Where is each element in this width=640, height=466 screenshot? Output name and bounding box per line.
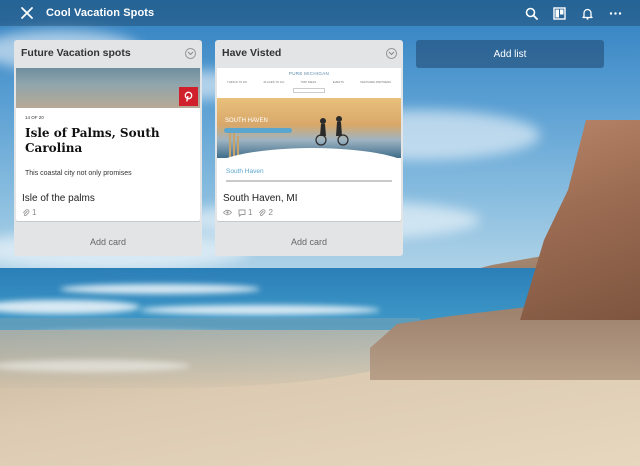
- list-title: Have Visted: [222, 47, 282, 59]
- cover-search-box: [293, 88, 325, 93]
- pinterest-icon: [179, 87, 198, 106]
- list-header: Have Visted: [215, 40, 403, 66]
- comments-badge: 1: [238, 208, 252, 217]
- board-title: Cool Vacation Spots: [46, 7, 155, 19]
- add-card-button[interactable]: Add card: [14, 228, 202, 256]
- paperclip-icon: [22, 208, 30, 216]
- card-title: Isle of the palms: [22, 193, 95, 204]
- list-have-visited: Have Visted PURE MICHIGAN THINGS TO DO P…: [215, 40, 403, 256]
- board-header: Cool Vacation Spots: [0, 0, 640, 26]
- cover-hero-title: SOUTH HAVEN: [225, 118, 268, 124]
- cover-logo: PURE MICHIGAN: [288, 71, 330, 76]
- card-badges: 1: [22, 208, 194, 217]
- cover-headline: Isle of Palms, South Carolina: [25, 126, 160, 155]
- attachment-count: 2: [268, 208, 273, 217]
- board-view-icon[interactable]: [552, 6, 566, 20]
- comment-count: 1: [248, 208, 253, 217]
- cover-kicker: 14 OF 20: [25, 115, 44, 120]
- list-future-vacation-spots: Future Vacation spots 14 OF 20 Isle of P…: [14, 40, 202, 256]
- attachment-badge: 1: [22, 208, 36, 217]
- search-icon[interactable]: [524, 6, 538, 20]
- close-icon[interactable]: [20, 6, 34, 20]
- add-list-button[interactable]: Add list: [416, 40, 604, 68]
- cover-subhead: South Haven: [226, 168, 264, 175]
- card-badges: 1 2: [223, 208, 395, 217]
- watching-badge: [223, 209, 232, 216]
- card-cover-image: PURE MICHIGAN THINGS TO DO PLACES TO GO …: [217, 68, 401, 188]
- cover-text: This coastal city not only promises: [25, 170, 132, 177]
- comment-icon: [238, 209, 246, 217]
- list-menu-chevron-icon[interactable]: [386, 47, 397, 59]
- paperclip-icon: [259, 208, 266, 216]
- eye-icon: [223, 209, 232, 216]
- notifications-bell-icon[interactable]: [580, 6, 594, 20]
- card-cover-image: 14 OF 20 Isle of Palms, South Carolina T…: [16, 68, 200, 188]
- card-title: South Haven, MI: [223, 193, 298, 204]
- card-isle-of-the-palms[interactable]: 14 OF 20 Isle of Palms, South Carolina T…: [16, 68, 200, 221]
- attachment-count: 1: [32, 208, 37, 217]
- list-header: Future Vacation spots: [14, 40, 202, 66]
- list-menu-chevron-icon[interactable]: [185, 47, 196, 59]
- cover-nav: THINGS TO DO PLACES TO GO TRIP IDEAS EVE…: [227, 80, 391, 84]
- add-card-button[interactable]: Add card: [215, 228, 403, 256]
- more-options-icon[interactable]: [608, 6, 622, 20]
- card-south-haven[interactable]: PURE MICHIGAN THINGS TO DO PLACES TO GO …: [217, 68, 401, 221]
- list-title: Future Vacation spots: [21, 47, 131, 59]
- cover-photo: [16, 68, 200, 108]
- attachment-badge: 2: [258, 208, 273, 217]
